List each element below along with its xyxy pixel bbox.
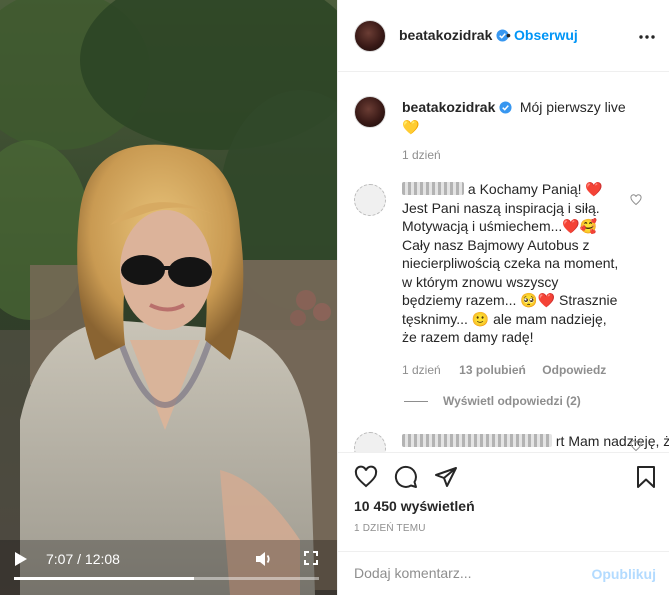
commenter-username-blurred[interactable] <box>402 182 464 195</box>
comment-1-meta: 1 dzień 13 polubień Odpowiedz <box>402 361 606 379</box>
reply-button[interactable]: Odpowiedz <box>542 363 606 377</box>
follow-button[interactable]: Obserwuj <box>514 27 578 43</box>
caption-emoji: 💛 <box>402 119 420 135</box>
heart-icon[interactable] <box>354 465 378 489</box>
post-actions: 10 450 wyświetleń 1 DZIEŃ TEMU Opublikuj <box>338 452 669 595</box>
author-username[interactable]: beatakozidrak <box>399 27 492 43</box>
caption-age: 1 dzień <box>402 148 441 162</box>
caption: beatakozidrak Mój pierwszy live 💛 <box>402 98 632 136</box>
video-progress-bar[interactable] <box>14 577 319 580</box>
replies-divider <box>404 401 428 402</box>
post-time-ago[interactable]: 1 DZIEŃ TEMU <box>354 523 426 534</box>
share-icon[interactable] <box>434 465 458 489</box>
avatar[interactable] <box>354 20 386 52</box>
comment-icon[interactable] <box>394 465 418 489</box>
separator-dot: • <box>506 27 511 43</box>
comment-2: rt Mam nadzieję, że <box>402 433 669 449</box>
comments-list[interactable]: beatakozidrak Mój pierwszy live 💛 1 dzie… <box>338 72 669 452</box>
comment-1-text: a Kochamy Panią! ❤️ Jest Pani naszą insp… <box>402 181 619 345</box>
video-time: 7:07 / 12:08 <box>46 551 120 567</box>
commenter-avatar[interactable] <box>354 184 386 216</box>
caption-username[interactable]: beatakozidrak <box>402 99 495 115</box>
video-progress-fill <box>14 577 194 580</box>
more-icon[interactable] <box>638 34 656 40</box>
comment-input[interactable] <box>354 565 574 581</box>
add-comment-bar: Opublikuj <box>338 551 669 595</box>
video-frame <box>0 0 337 595</box>
play-icon[interactable] <box>14 551 28 567</box>
heart-icon[interactable] <box>630 440 642 452</box>
view-replies-button[interactable]: Wyświetl odpowiedzi (2) <box>443 394 581 408</box>
fullscreen-icon[interactable] <box>304 551 318 565</box>
commenter-username-blurred[interactable] <box>402 434 552 447</box>
video-player[interactable]: 7:07 / 12:08 <box>0 0 337 595</box>
comment-likes[interactable]: 13 polubień <box>459 363 526 377</box>
views-count[interactable]: 10 450 wyświetleń <box>354 498 475 514</box>
caption-avatar[interactable] <box>354 96 386 128</box>
video-controls: 7:07 / 12:08 <box>0 547 337 595</box>
caption-text: Mój pierwszy live <box>519 99 626 115</box>
verified-icon <box>499 101 512 114</box>
heart-icon[interactable] <box>630 194 642 206</box>
publish-button[interactable]: Opublikuj <box>591 566 656 582</box>
author-name-row: beatakozidrak <box>399 27 509 45</box>
bookmark-icon[interactable] <box>634 465 658 489</box>
volume-icon[interactable] <box>255 550 273 568</box>
commenter-avatar[interactable] <box>354 432 386 452</box>
comment-2-text: rt Mam nadzieję, że <box>555 433 669 449</box>
post-header: beatakozidrak • Obserwuj <box>338 0 669 72</box>
post-side-panel: beatakozidrak • Obserwuj beatakozidrak M… <box>337 0 669 595</box>
comment-1: a Kochamy Panią! ❤️ Jest Pani naszą insp… <box>402 180 622 347</box>
comment-age[interactable]: 1 dzień <box>402 363 441 377</box>
